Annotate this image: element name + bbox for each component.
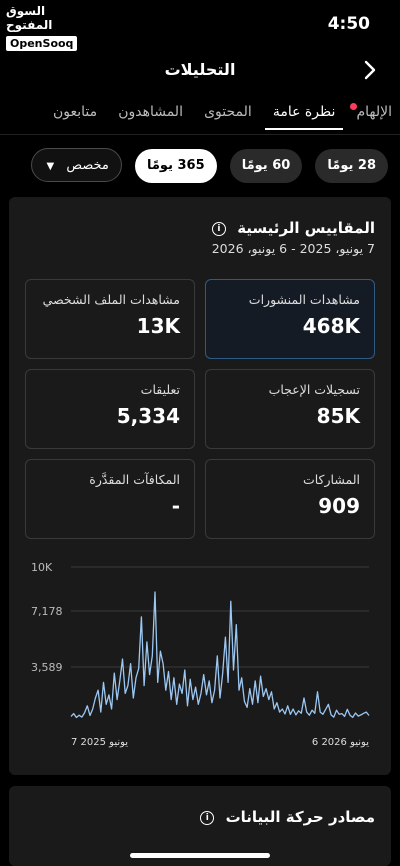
profile-views-tile[interactable]: مشاهدات الملف الشخصي 13K	[25, 279, 195, 359]
x-tick-label: 7 يونيو 2025	[71, 737, 128, 748]
home-indicator	[130, 853, 270, 858]
likes-value: 85K	[316, 404, 360, 428]
likes-label: تسجيلات الإعجاب	[268, 382, 360, 397]
traffic-sources-title: مصادر حركة البيانات	[225, 808, 375, 826]
range-365-days-button[interactable]: 365 يومًا	[134, 149, 217, 183]
post-views-line-chart: 10K 7,178 3,589 6 يونيو 2026 7 يونيو 2025	[31, 561, 370, 748]
post-views-tile[interactable]: مشاهدات المنشورات 468K	[205, 279, 375, 359]
metrics-date-range: 7 يونيو، 2025 - 6 يونيو، 2026	[211, 241, 375, 256]
comments-label: تعليقات	[140, 382, 180, 397]
key-metrics-title: المقاييس الرئيسية	[237, 219, 375, 237]
tab-inspiration-label: الإلهام	[356, 104, 392, 120]
status-time: 4:50	[327, 14, 370, 34]
comments-value: 5,334	[116, 404, 180, 428]
tab-followers[interactable]: متابعون	[45, 98, 105, 128]
chevron-right-icon[interactable]	[358, 58, 382, 82]
likes-tile[interactable]: تسجيلات الإعجاب 85K	[205, 369, 375, 449]
tab-content-label: المحتوى	[204, 104, 252, 120]
status-bar: السوق المفتوح OpenSooq 4:50	[0, 0, 400, 51]
range-60-days-button[interactable]: 60 يومًا	[229, 149, 303, 183]
tab-content[interactable]: المحتوى	[196, 98, 260, 128]
custom-range-label: مخصص	[66, 158, 109, 173]
y-tick-label: 7,178	[31, 605, 63, 618]
tab-overview[interactable]: نظرة عامة	[264, 98, 344, 130]
y-tick-label: 10K	[31, 561, 53, 574]
tab-inspiration[interactable]: الإلهام	[348, 98, 400, 128]
tab-viewers[interactable]: المشاهدون	[110, 98, 191, 128]
profile-views-label: مشاهدات الملف الشخصي	[42, 292, 180, 307]
key-metrics-card: المقاييس الرئيسية i 7 يونيو، 2025 - 6 يو…	[9, 197, 391, 775]
opensooq-watermark: السوق المفتوح OpenSooq	[6, 4, 90, 51]
info-icon[interactable]: i	[211, 221, 226, 236]
x-tick-label: 6 يونيو 2026	[312, 737, 369, 748]
rewards-value: -	[171, 494, 180, 518]
caret-down-icon: ▼	[46, 161, 55, 172]
y-tick-label: 3,589	[31, 661, 63, 674]
range-28-days-button[interactable]: 28 يومًا	[315, 149, 388, 183]
page-title: التحليلات	[164, 60, 236, 79]
shares-value: 909	[318, 494, 360, 518]
post-views-label: مشاهدات المنشورات	[248, 292, 360, 307]
custom-range-dropdown[interactable]: مخصص ▼	[31, 148, 122, 182]
key-metrics-header: المقاييس الرئيسية i	[211, 219, 375, 237]
tabs-bar: الإلهام نظرة عامة المحتوى المشاهدون متاب…	[0, 98, 400, 134]
tab-viewers-label: المشاهدون	[118, 104, 183, 120]
shares-label: المشاركات	[302, 472, 360, 487]
traffic-sources-header: مصادر حركة البيانات i	[200, 808, 375, 826]
watermark-brand: OpenSooq	[6, 36, 78, 51]
rewards-label: المكافآت المقدَّرة	[89, 472, 180, 487]
date-range-selector: 28 يومًا 60 يومًا 365 يومًا مخصص ▼	[0, 148, 400, 184]
tab-overview-label: نظرة عامة	[272, 104, 336, 120]
watermark-arabic: السوق المفتوح	[6, 4, 53, 32]
tabs-divider	[0, 134, 400, 135]
profile-views-value: 13K	[136, 314, 180, 338]
tab-followers-label: متابعون	[52, 104, 98, 120]
shares-tile[interactable]: المشاركات 909	[205, 459, 375, 539]
comments-tile[interactable]: تعليقات 5,334	[25, 369, 195, 449]
post-views-value: 468K	[302, 314, 360, 338]
rewards-tile[interactable]: المكافآت المقدَّرة -	[25, 459, 195, 539]
info-icon[interactable]: i	[200, 810, 215, 825]
nav-bar: التحليلات	[0, 52, 400, 88]
